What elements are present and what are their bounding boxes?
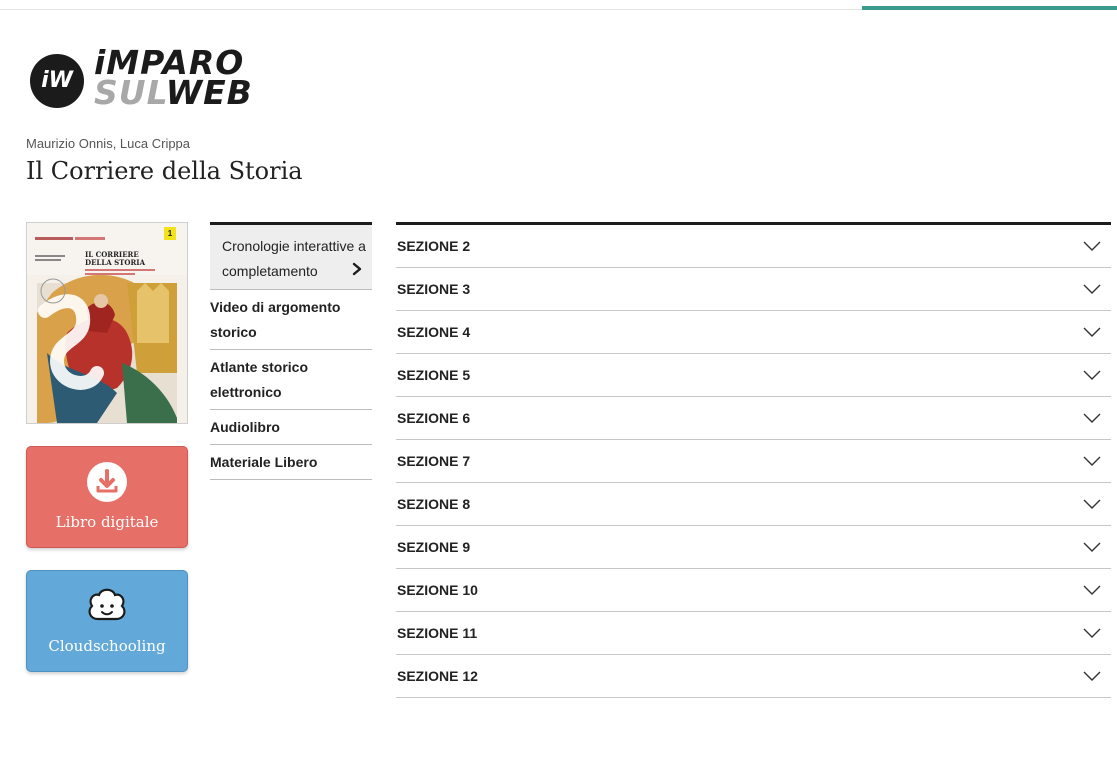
chevron-down-icon[interactable] [1083, 413, 1101, 424]
book-authors: Maurizio Onnis, Luca Crippa [26, 136, 191, 151]
menu-item-cronologie[interactable]: Cronologie interattive a completamento [210, 225, 372, 290]
chevron-down-icon[interactable] [1083, 585, 1101, 596]
section-label: SEZIONE 4 [397, 324, 471, 340]
section-row[interactable]: SEZIONE 3 [396, 268, 1111, 311]
section-row[interactable]: SEZIONE 10 [396, 569, 1111, 612]
section-row[interactable]: SEZIONE 9 [396, 526, 1111, 569]
menu-item-materiale-libero[interactable]: Materiale Libero [210, 445, 372, 480]
page-title: Il Corriere della Storia [26, 157, 303, 185]
digital-book-label: Libro digitale [55, 513, 159, 531]
menu-item-label: Audiolibro [210, 419, 280, 435]
download-icon [87, 462, 127, 502]
sections-accordion: SEZIONE 2 SEZIONE 3 SEZIONE 4 SEZIONE 5 … [396, 222, 1111, 698]
section-row[interactable]: SEZIONE 6 [396, 397, 1111, 440]
cover-volume-badge: 1 [164, 227, 176, 240]
resources-menu: Cronologie interattive a completamento V… [210, 222, 372, 480]
chevron-down-icon[interactable] [1083, 241, 1101, 252]
menu-item-label: Cronologie interattive a [222, 238, 366, 254]
section-row[interactable]: SEZIONE 2 [396, 225, 1111, 268]
section-row[interactable]: SEZIONE 12 [396, 655, 1111, 698]
section-row[interactable]: SEZIONE 5 [396, 354, 1111, 397]
section-label: SEZIONE 5 [397, 367, 471, 383]
logo-text-bottom: SULWEB [94, 76, 253, 109]
section-row[interactable]: SEZIONE 8 [396, 483, 1111, 526]
section-label: SEZIONE 3 [397, 281, 471, 297]
menu-item-label: elettronico [210, 384, 282, 400]
chevron-right-icon [352, 262, 362, 276]
section-label: SEZIONE 2 [397, 238, 471, 254]
chevron-down-icon[interactable] [1083, 542, 1101, 553]
chevron-down-icon[interactable] [1083, 671, 1101, 682]
chevron-down-icon[interactable] [1083, 370, 1101, 381]
logo-text-web: WEB [165, 73, 253, 112]
section-row[interactable]: SEZIONE 7 [396, 440, 1111, 483]
imparosulweb-logo[interactable]: iW iMPARO SULWEB [30, 46, 270, 109]
chevron-down-icon[interactable] [1083, 456, 1101, 467]
chevron-down-icon[interactable] [1083, 284, 1101, 295]
digital-book-button[interactable]: Libro digitale [26, 446, 188, 548]
section-label: SEZIONE 7 [397, 453, 471, 469]
book-cover-image: 1 IL CORRIERE DELLA STORIA [26, 222, 188, 424]
menu-item-label: completamento [222, 263, 318, 279]
cover-title: IL CORRIERE DELLA STORIA [85, 251, 145, 267]
section-label: SEZIONE 8 [397, 496, 471, 512]
menu-item-label: Materiale Libero [210, 454, 318, 470]
section-label: SEZIONE 12 [397, 668, 478, 684]
logo-badge: iW [30, 54, 84, 108]
chevron-down-icon[interactable] [1083, 499, 1101, 510]
cloudschooling-label: Cloudschooling [48, 637, 166, 655]
section-label: SEZIONE 9 [397, 539, 471, 555]
section-label: SEZIONE 10 [397, 582, 478, 598]
menu-item-video[interactable]: Video di argomento storico [210, 290, 372, 350]
cloud-face-icon [88, 588, 126, 621]
chevron-down-icon[interactable] [1083, 628, 1101, 639]
cover-title-line2: DELLA STORIA [85, 258, 146, 267]
section-row[interactable]: SEZIONE 11 [396, 612, 1111, 655]
logo-text-sul: SUL [94, 73, 166, 112]
menu-item-audiolibro[interactable]: Audiolibro [210, 410, 372, 445]
menu-item-label: storico [210, 324, 257, 340]
menu-item-atlante[interactable]: Atlante storico elettronico [210, 350, 372, 410]
section-row[interactable]: SEZIONE 4 [396, 311, 1111, 354]
chevron-down-icon[interactable] [1083, 327, 1101, 338]
cloudschooling-button[interactable]: Cloudschooling [26, 570, 188, 672]
menu-item-label: Atlante storico [210, 359, 309, 375]
section-label: SEZIONE 6 [397, 410, 471, 426]
menu-item-label: Video di argomento [210, 299, 341, 315]
top-accent-bar [862, 6, 1117, 10]
section-label: SEZIONE 11 [397, 625, 478, 641]
